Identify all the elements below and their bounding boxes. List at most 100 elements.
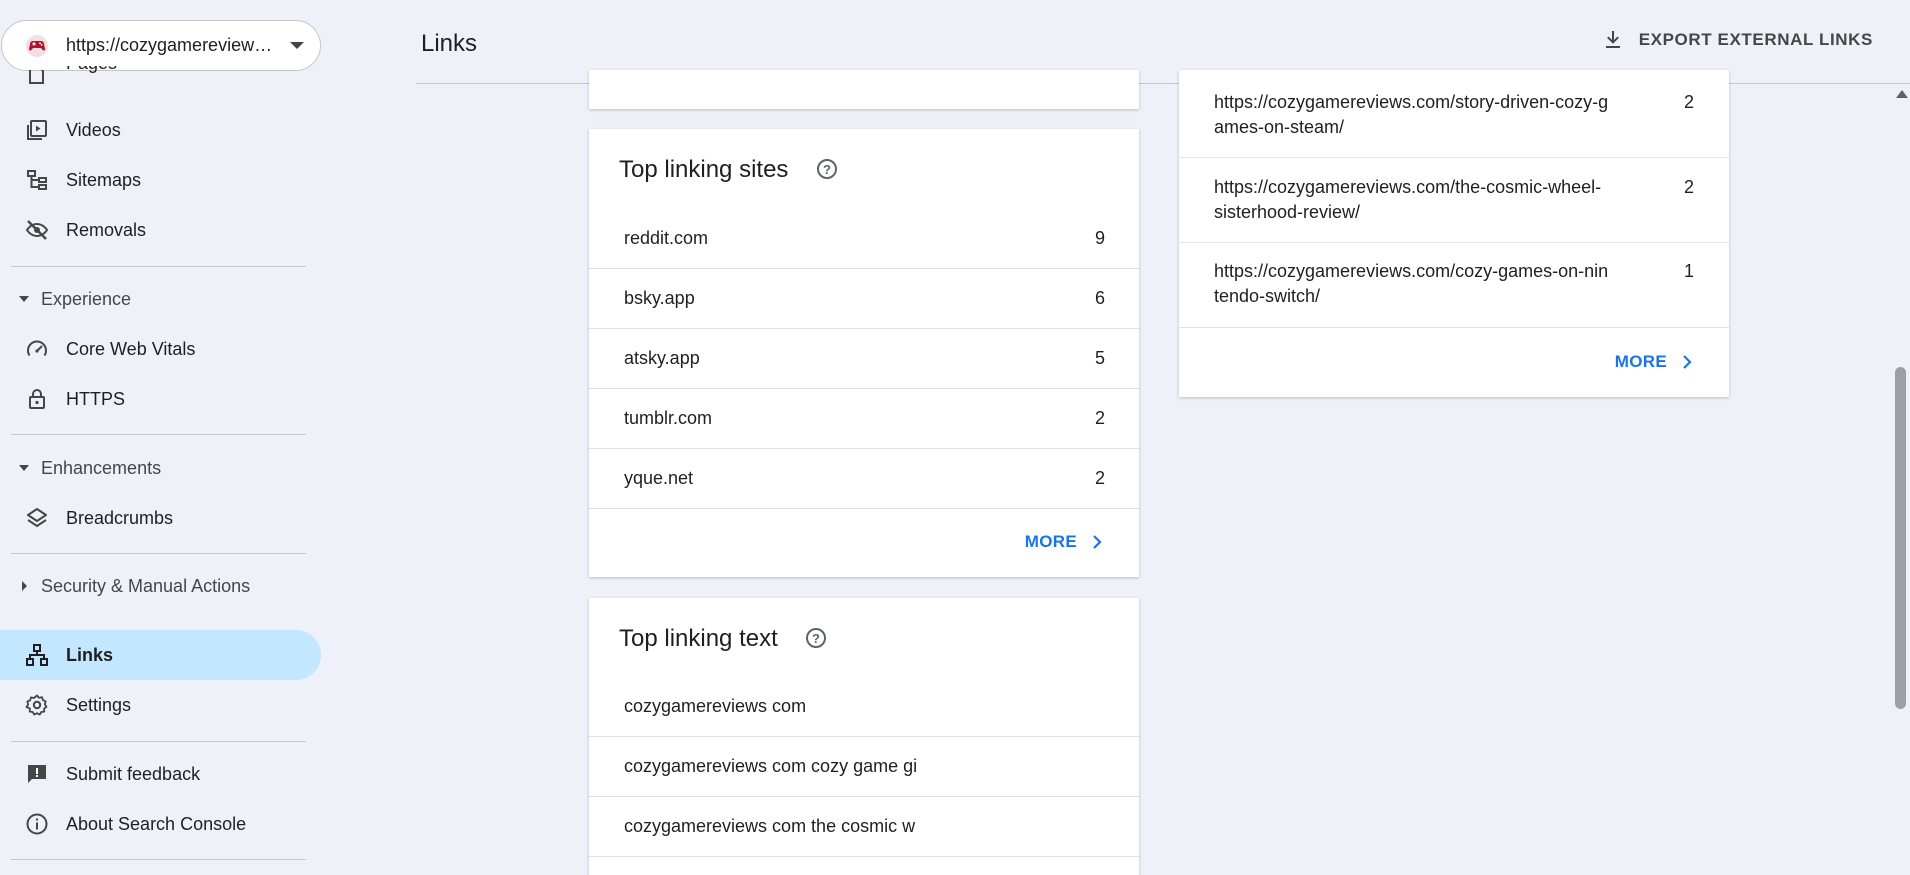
sidebar-item-submit-feedback[interactable]: Submit feedback (0, 749, 322, 799)
link-count: 2 (1683, 92, 1694, 112)
sidebar-item-about[interactable]: About Search Console (0, 799, 322, 849)
page-url-line: tendo-switch/ (1214, 286, 1321, 306)
top-linking-sites-card: Top linking sites ? reddit.com 9 bsky.ap… (589, 129, 1139, 577)
card-title: Top linking sites (619, 156, 789, 183)
link-count: 2 (1683, 177, 1694, 197)
table-row[interactable]: bsky.app 6 (589, 269, 1139, 329)
section-label: Enhancements (41, 457, 162, 478)
anchor-text: cozygamereviews com cozy game gi (624, 756, 918, 776)
caret-down-icon (19, 465, 29, 471)
sidebar-item-label: Settings (66, 694, 132, 715)
feedback-icon (24, 761, 50, 787)
sidebar-item-sitemaps[interactable]: Sitemaps (0, 155, 322, 205)
link-count: 2 (1094, 468, 1105, 488)
sidebar-item-label: Sitemaps (66, 169, 142, 190)
top-linking-text-card: Top linking text ? cozygamereviews com c… (589, 598, 1139, 875)
divider (11, 266, 306, 267)
layers-icon (24, 505, 50, 531)
site-name: bsky.app (624, 288, 695, 308)
section-label: Experience (41, 288, 132, 309)
chevron-down-icon (290, 42, 304, 49)
page-url: https://cozygamereviews.com/the-cosmic-w… (1214, 175, 1614, 225)
table-row[interactable]: atsky.app 5 (589, 329, 1139, 389)
card-previous (589, 70, 1139, 109)
page-url-line: https://cozygamereviews.com/cozy-games-o… (1214, 261, 1609, 281)
eye-off-icon (24, 217, 50, 243)
card-title: Top linking text (619, 625, 778, 652)
download-icon (1605, 31, 1620, 48)
table-row[interactable]: https://cozygamereviews.com/cozy-games-o… (1179, 243, 1729, 328)
sidebar-item-label: HTTPS (66, 388, 126, 409)
more-button[interactable]: MORE (1025, 532, 1103, 552)
site-name: atsky.app (624, 348, 700, 368)
site-name: reddit.com (624, 228, 709, 248)
sidebar-item-links[interactable]: Links (0, 630, 321, 680)
gear-icon (24, 692, 50, 718)
export-label: EXPORT EXTERNAL LINKS (1638, 30, 1873, 49)
section-label: Security & Manual Actions (41, 575, 251, 596)
export-external-links-button[interactable]: EXPORT EXTERNAL LINKS (1601, 28, 1873, 52)
property-url: https://cozygamereviews.com/ (66, 35, 278, 55)
sidebar-item-label: Core Web Vitals (66, 338, 196, 359)
sidebar-item-label: Videos (66, 119, 121, 140)
divider (11, 859, 306, 860)
scroll-up-arrow-icon[interactable] (1896, 90, 1908, 98)
sidebar-item-label: About Search Console (66, 813, 247, 834)
section-experience[interactable]: Experience (0, 279, 322, 319)
page-url-line: sisterhood-review/ (1214, 202, 1361, 222)
top-linked-pages-card: https://cozygamereviews.com/story-driven… (1179, 70, 1729, 397)
caret-right-icon (22, 581, 27, 591)
link-count: 1 (1683, 261, 1694, 281)
site-name: tumblr.com (624, 408, 713, 428)
sidebar-item-https[interactable]: HTTPS (0, 374, 322, 424)
lock-icon (24, 386, 50, 412)
sidebar-item-breadcrumbs[interactable]: Breadcrumbs (0, 493, 322, 543)
anchor-text: cozygamereviews com the cosmic w (624, 816, 916, 836)
scrollbar-thumb[interactable] (1895, 367, 1906, 709)
page-url-line: ames-on-steam/ (1214, 117, 1345, 137)
chevron-right-icon (1683, 355, 1692, 369)
sidebar-item-label: Links (66, 644, 114, 665)
page-url: https://cozygamereviews.com/cozy-games-o… (1214, 259, 1614, 309)
table-row[interactable]: cozygamereviews com (589, 678, 1139, 737)
section-security-manual-actions[interactable]: Security & Manual Actions (0, 566, 322, 606)
page-title: Links (421, 30, 478, 57)
gauge-icon (24, 336, 50, 362)
table-row[interactable]: cozygamereviews com cozy game gi (589, 737, 1139, 797)
divider (11, 434, 306, 435)
site-name: yque.net (624, 468, 694, 488)
sidebar-item-settings[interactable]: Settings (0, 680, 322, 730)
table-row[interactable]: reddit.com 9 (589, 209, 1139, 269)
sidebar-item-label: Removals (66, 219, 147, 240)
more-button[interactable]: MORE (1615, 352, 1693, 372)
help-icon[interactable]: ? (806, 628, 826, 648)
search-console-app: https://cozygamereviews.com/ Pages Video… (0, 0, 1910, 875)
table-row[interactable]: cozygamereviews com the cosmic w (589, 797, 1139, 857)
more-label: MORE (1024, 532, 1077, 551)
page-url-line: https://cozygamereviews.com/story-driven… (1214, 92, 1609, 112)
sidebar-item-pages[interactable]: Pages (66, 66, 117, 90)
video-icon (24, 117, 50, 143)
link-count: 6 (1094, 288, 1105, 308)
help-icon[interactable]: ? (817, 159, 837, 179)
property-selector[interactable]: https://cozygamereviews.com/ (1, 20, 321, 71)
table-row[interactable]: https://cozygamereviews.com/story-driven… (1179, 70, 1729, 158)
sidebar-item-videos[interactable]: Videos (0, 105, 322, 155)
section-enhancements[interactable]: Enhancements (0, 448, 322, 488)
table-row[interactable]: tumblr.com 2 (589, 389, 1139, 449)
link-count: 2 (1094, 408, 1105, 428)
sidebar-item-label: Submit feedback (66, 763, 201, 784)
chevron-right-icon (1093, 535, 1102, 549)
page-url-line: https://cozygamereviews.com/the-cosmic-w… (1214, 177, 1602, 197)
sidebar-item-core-web-vitals[interactable]: Core Web Vitals (0, 324, 322, 374)
more-label: MORE (1614, 352, 1667, 371)
table-row[interactable]: yque.net 2 (589, 449, 1139, 509)
sidebar-item-removals[interactable]: Removals (0, 205, 322, 255)
scrollbar[interactable] (1892, 84, 1910, 875)
page-url: https://cozygamereviews.com/story-driven… (1214, 90, 1614, 140)
gamepad-icon (24, 33, 50, 59)
link-count: 5 (1094, 348, 1105, 368)
divider (11, 741, 306, 742)
pages-icon (26, 70, 48, 88)
table-row[interactable]: https://cozygamereviews.com/the-cosmic-w… (1179, 158, 1729, 243)
